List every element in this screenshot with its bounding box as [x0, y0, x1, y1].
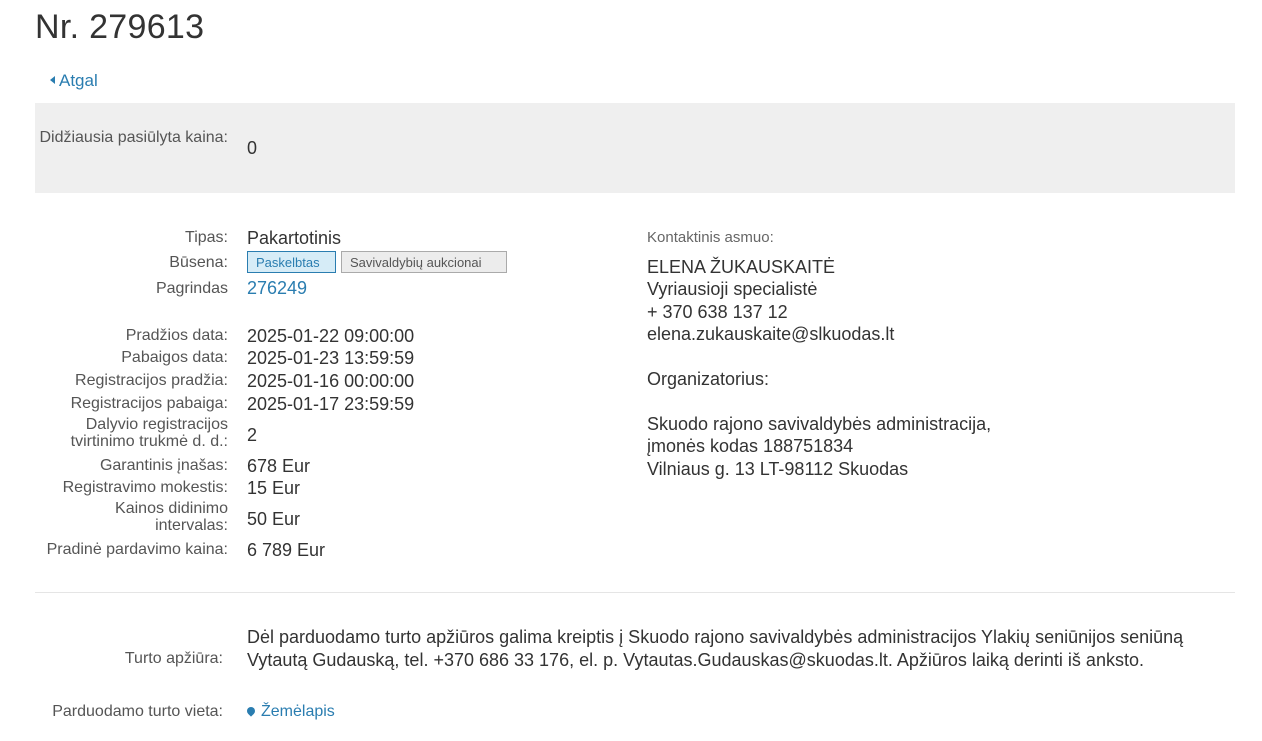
- end-date-label: Pabaigos data:: [121, 349, 228, 366]
- contact-position: Vyriausioji specialistė: [647, 279, 818, 299]
- start-date-label: Pradžios data:: [125, 327, 228, 344]
- reg-fee-label: Registravimo mokestis:: [62, 479, 228, 496]
- basis-label: Pagrindas: [155, 280, 228, 297]
- section-divider: [35, 592, 1235, 593]
- contact-phone: + 370 638 137 12: [647, 302, 788, 322]
- confirm-duration-label: Dalyvio registracijos tvirtinimo trukmė d…: [35, 416, 228, 450]
- deposit-label: Garantinis įnašas:: [99, 457, 228, 474]
- initial-price-value: 6 789 Eur: [247, 540, 326, 560]
- back-label: Atgal: [59, 71, 98, 90]
- inspection-text: Dėl parduodamo turto apžiūros galima kre…: [247, 627, 1184, 670]
- bid-step-label: Kainos didinimo intervalas:: [35, 500, 228, 534]
- reg-end-label: Registracijos pabaiga:: [70, 395, 228, 412]
- start-date-value: 2025-01-22 09:00:00: [247, 326, 415, 346]
- reg-fee-value: 15 Eur: [247, 478, 301, 498]
- reg-start-value: 2025-01-16 00:00:00: [247, 371, 415, 391]
- type-label: Tipas:: [185, 229, 228, 246]
- contact-email: elena.zukauskaite@slkuodas.lt: [647, 324, 895, 344]
- contact-name: ELENA ŽUKAUSKAITĖ: [647, 257, 836, 277]
- organizer-label: Organizatorius:: [647, 369, 770, 389]
- inspection-label: Turto apžiūra:: [124, 650, 223, 667]
- reg-end-value: 2025-01-17 23:59:59: [247, 394, 415, 414]
- map-link[interactable]: Žemėlapis: [245, 703, 335, 721]
- page-title: Nr. 279613: [35, 8, 205, 46]
- initial-price-label: Pradinė pardavimo kaina:: [46, 541, 228, 558]
- end-date-value: 2025-01-23 13:59:59: [247, 348, 415, 368]
- caret-left-icon: [50, 76, 55, 84]
- organizer-code: įmonės kodas 188751834: [647, 436, 854, 456]
- status-label: Būsena:: [169, 254, 228, 271]
- reg-start-label: Registracijos pradžia:: [75, 372, 228, 389]
- bid-step-label-line2: intervalas:: [155, 517, 228, 534]
- basis-link[interactable]: 276249: [247, 278, 307, 298]
- map-link-label: Žemėlapis: [261, 703, 335, 720]
- location-label: Parduodamo turto vieta:: [52, 703, 223, 720]
- status-badge-published: Paskelbtas: [247, 251, 336, 273]
- contact-heading: Kontaktinis asmuo:: [647, 229, 774, 246]
- status-badge-category: Savivaldybių aukcionai: [341, 251, 507, 273]
- type-value: Pakartotinis: [247, 228, 342, 248]
- confirm-duration-label-line2: tvirtinimo trukmė d. d.:: [70, 433, 228, 450]
- highest-price-value: 0: [247, 138, 258, 158]
- bid-step-label-line1: Kainos didinimo: [115, 500, 228, 517]
- confirm-duration-label-line1: Dalyvio registracijos: [85, 416, 228, 433]
- deposit-value: 678 Eur: [247, 456, 311, 476]
- map-marker-icon: [245, 705, 257, 717]
- organizer-address: Vilniaus g. 13 LT-98112 Skuodas: [647, 459, 909, 479]
- back-link[interactable]: Atgal: [50, 71, 98, 91]
- organizer-name: Skuodo rajono savivaldybės administracij…: [647, 414, 992, 434]
- bid-step-value: 50 Eur: [247, 509, 301, 529]
- highest-price-label: Didžiausia pasiūlyta kaina:: [39, 129, 228, 146]
- highest-price-panel: [35, 103, 1235, 193]
- confirm-duration-value: 2: [247, 425, 258, 445]
